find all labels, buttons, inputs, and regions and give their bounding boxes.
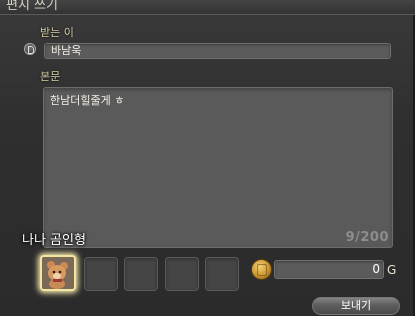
send-button[interactable]: 보내기 [311,296,401,316]
attachment-slot-4[interactable] [165,257,199,291]
body-label: 본문 [40,70,61,83]
letter-window: 편지 쓰기 받는 이 바남욱 본문 한남더힐줄게 ㅎ 9/200 나나 곰인형 … [0,0,415,316]
window-title: 편지 쓰기 [6,0,58,13]
attachment-slot-3[interactable] [124,257,158,291]
body-textarea[interactable]: 한남더힐줄게 ㅎ 9/200 [43,87,393,248]
attachment-slot-1[interactable] [40,255,76,291]
title-bar[interactable]: 편지 쓰기 [0,0,415,15]
attachment-slot-2[interactable] [84,257,118,291]
attachment-slot-5[interactable] [205,257,239,291]
char-count: 9/200 [345,230,389,245]
gil-unit: G [387,263,397,277]
linkshell-icon[interactable] [24,43,36,55]
body-text: 한남더힐줄게 ㅎ [50,94,125,107]
item-tooltip: 나나 곰인형 [22,233,86,248]
recipient-label: 받는 이 [40,26,74,39]
bear-doll-icon [42,257,74,289]
gil-amount-input[interactable]: 0 [274,260,384,279]
recipient-field[interactable]: 바남욱 [44,43,391,59]
gil-coin-icon [251,259,272,280]
